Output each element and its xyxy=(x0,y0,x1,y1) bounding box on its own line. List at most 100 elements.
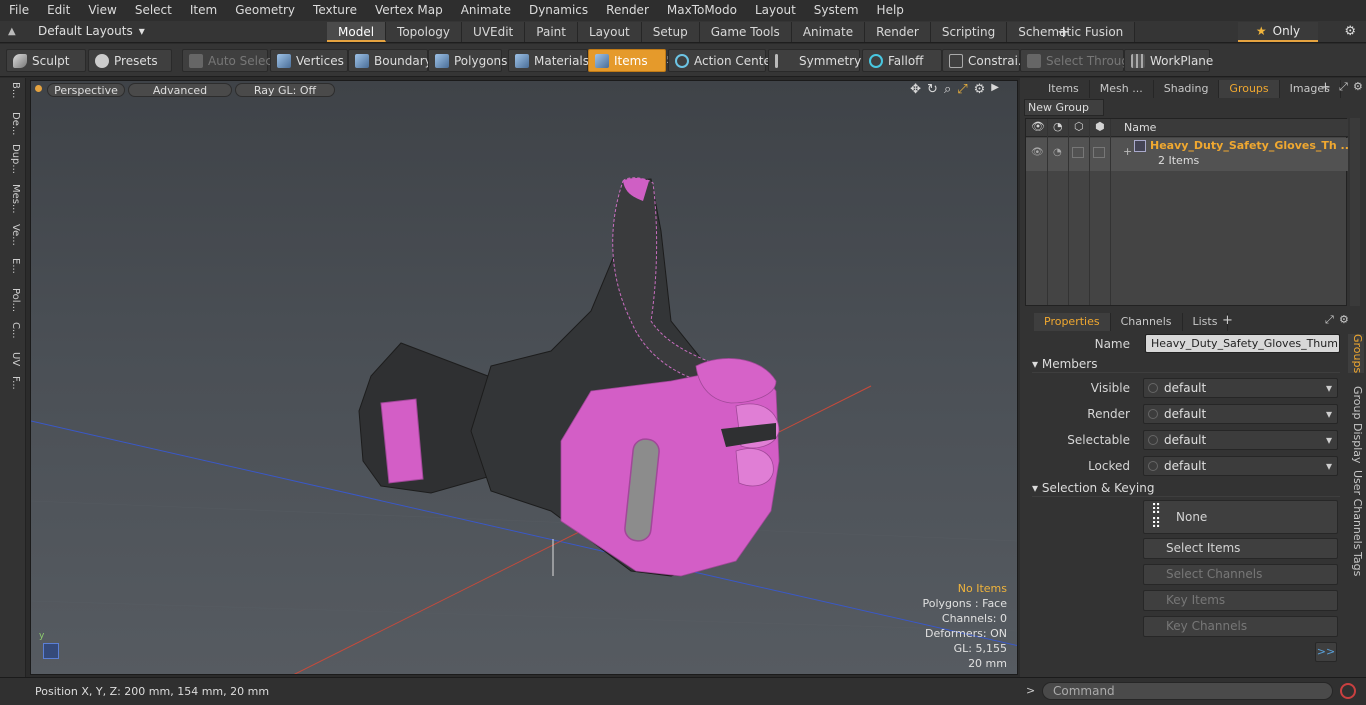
menu-help[interactable]: Help xyxy=(868,0,913,21)
key-channels-button[interactable]: Key Channels xyxy=(1143,616,1338,637)
panel-gear-icon[interactable]: ⚙ xyxy=(1353,80,1363,93)
falloff-button[interactable]: Falloff xyxy=(862,49,942,72)
gear-icon[interactable]: ⚙ xyxy=(1344,24,1356,39)
left-tab-7[interactable]: C... xyxy=(4,322,21,339)
layout-tab-topology[interactable]: Topology xyxy=(386,22,463,42)
select-items-button[interactable]: Select Items xyxy=(1143,538,1338,559)
side-tab-2[interactable]: User Channels xyxy=(1348,470,1364,549)
command-input[interactable]: Command xyxy=(1042,682,1333,700)
materials-button[interactable]: Materials xyxy=(508,49,589,72)
layout-tab-scripting[interactable]: Scripting xyxy=(930,22,1008,42)
workplane-button[interactable]: WorkPlane xyxy=(1124,49,1213,72)
none-button[interactable]: ⠿ ⠿ None xyxy=(1143,500,1338,534)
more-button[interactable]: >> xyxy=(1315,642,1337,662)
polygons-button[interactable]: Polygons xyxy=(428,49,507,72)
layout-tab-schematic-fusion[interactable]: Schematic Fusion xyxy=(1007,22,1136,42)
prop-expand-icon[interactable]: ⤢ xyxy=(1325,313,1334,327)
menu-maxtomodo[interactable]: MaxToModo xyxy=(658,0,746,21)
side-tab-0[interactable]: Groups xyxy=(1348,334,1364,374)
left-tab-2[interactable]: Dup... xyxy=(4,144,21,174)
layout-tab-render[interactable]: Render xyxy=(865,22,931,42)
panel-tab-4[interactable]: Images xyxy=(1280,80,1341,98)
prop-tab-properties[interactable]: Properties xyxy=(1034,313,1111,331)
select-through-button[interactable]: Select Through xyxy=(1020,49,1137,72)
row-render-icon[interactable]: ◔ xyxy=(1053,147,1062,158)
menu-layout[interactable]: Layout xyxy=(746,0,805,21)
action-center-button[interactable]: Action Center xyxy=(668,49,776,72)
group-row[interactable]: 👁 ◔ + Heavy_Duty_Safety_Gloves_Th ... 2 … xyxy=(1026,138,1353,171)
menu-item[interactable]: Item xyxy=(181,0,226,21)
layout-tab-paint[interactable]: Paint xyxy=(525,22,578,42)
row-eye-icon[interactable]: 👁 xyxy=(1031,147,1044,158)
auto-select-button[interactable]: Auto Select xyxy=(182,49,277,72)
lock-toggle-icon[interactable]: ⬢ xyxy=(1095,120,1105,133)
left-tab-3[interactable]: Mes... xyxy=(4,184,21,214)
menu-edit[interactable]: Edit xyxy=(38,0,79,21)
selection-keying-section[interactable]: ▾ Selection & Keying xyxy=(1032,480,1340,497)
side-tab-1[interactable]: Group Display xyxy=(1348,386,1364,464)
menu-geometry[interactable]: Geometry xyxy=(226,0,304,21)
visible-dropdown[interactable]: default xyxy=(1143,378,1338,398)
menu-system[interactable]: System xyxy=(805,0,868,21)
menu-vertex-map[interactable]: Vertex Map xyxy=(366,0,452,21)
panel-tab-0[interactable]: Items xyxy=(1038,80,1090,98)
layout-tab-layout[interactable]: Layout xyxy=(577,22,642,42)
default-layouts-dropdown[interactable]: Default Layouts ▾ xyxy=(38,24,145,38)
row-lock-box[interactable] xyxy=(1093,147,1105,158)
items-button[interactable]: Items5 xyxy=(588,49,673,72)
layout-tab-game-tools[interactable]: Game Tools xyxy=(699,22,792,42)
render-dropdown[interactable]: default xyxy=(1143,404,1338,424)
presets-button[interactable]: Presets xyxy=(88,49,172,72)
panel-tab-2[interactable]: Shading xyxy=(1154,80,1220,98)
vertices-button[interactable]: Vertices1 xyxy=(270,49,355,72)
menu-texture[interactable]: Texture xyxy=(304,0,366,21)
layout-tab-uvedit[interactable]: UVEdit xyxy=(462,22,526,42)
layout-tab-animate[interactable]: Animate xyxy=(791,22,866,42)
left-tab-6[interactable]: Pol... xyxy=(4,288,21,312)
expand-plus-icon[interactable]: + xyxy=(1123,145,1132,158)
sculpt-button[interactable]: Sculpt xyxy=(6,49,86,72)
constraints-button[interactable]: Constrai... xyxy=(942,49,1029,72)
new-group-button[interactable]: New Group xyxy=(1024,99,1104,116)
left-tab-8[interactable]: UV xyxy=(4,352,21,366)
render-toggle-icon[interactable]: ◔ xyxy=(1053,120,1063,133)
record-icon[interactable] xyxy=(1340,683,1356,699)
menu-select[interactable]: Select xyxy=(126,0,181,21)
prop-tab-channels[interactable]: Channels xyxy=(1111,313,1183,331)
glove-model[interactable] xyxy=(358,177,780,577)
left-tab-1[interactable]: De... xyxy=(4,112,21,135)
select-toggle-icon[interactable]: ⬡ xyxy=(1074,120,1084,133)
locked-dropdown[interactable]: default xyxy=(1143,456,1338,476)
symmetry-button[interactable]: Symmetry xyxy=(768,49,861,72)
left-tab-4[interactable]: Ve... xyxy=(4,224,21,246)
layout-tab-setup[interactable]: Setup xyxy=(641,22,700,42)
panel-tab-1[interactable]: Mesh ... xyxy=(1090,80,1154,98)
menu-animate[interactable]: Animate xyxy=(452,0,520,21)
layout-arrow-icon[interactable]: ▲ xyxy=(8,26,16,37)
menu-render[interactable]: Render xyxy=(597,0,658,21)
key-items-button[interactable]: Key Items xyxy=(1143,590,1338,611)
groups-list[interactable]: 👁 ◔ ⬡ ⬢ Name 👁 ◔ + Heavy_Duty_Safety_Glo… xyxy=(1025,118,1353,306)
prop-gear-icon[interactable]: ⚙ xyxy=(1339,313,1349,326)
only-button[interactable]: ★ Only xyxy=(1238,22,1318,42)
menu-dynamics[interactable]: Dynamics xyxy=(520,0,597,21)
add-panel-tab-icon[interactable]: + xyxy=(1320,80,1331,95)
left-tab-0[interactable]: B... xyxy=(4,82,21,98)
left-tab-5[interactable]: E... xyxy=(4,258,21,274)
select-channels-button[interactable]: Select Channels xyxy=(1143,564,1338,585)
add-tab-icon[interactable]: + xyxy=(1057,22,1070,41)
menu-file[interactable]: File xyxy=(0,0,38,21)
members-section[interactable]: ▾ Members xyxy=(1032,356,1340,373)
left-tab-9[interactable]: F... xyxy=(4,376,21,390)
group-name-input[interactable]: Heavy_Duty_Safety_Gloves_Thumbs_ xyxy=(1145,334,1340,353)
side-tab-3[interactable]: Tags xyxy=(1348,552,1364,576)
menu-view[interactable]: View xyxy=(79,0,125,21)
boundary-button[interactable]: Boundary xyxy=(348,49,432,72)
selectable-dropdown[interactable]: default xyxy=(1143,430,1338,450)
add-prop-tab-icon[interactable]: + xyxy=(1222,313,1233,328)
row-select-box[interactable] xyxy=(1072,147,1084,158)
expand-icon[interactable]: ⤢ xyxy=(1339,80,1348,94)
3d-viewport[interactable]: Perspective Advanced Ray GL: Off ✥ ↻ ⌕ ⤢… xyxy=(30,80,1018,675)
panel-tab-3[interactable]: Groups xyxy=(1219,80,1280,98)
eye-icon[interactable]: 👁 xyxy=(1031,120,1045,133)
